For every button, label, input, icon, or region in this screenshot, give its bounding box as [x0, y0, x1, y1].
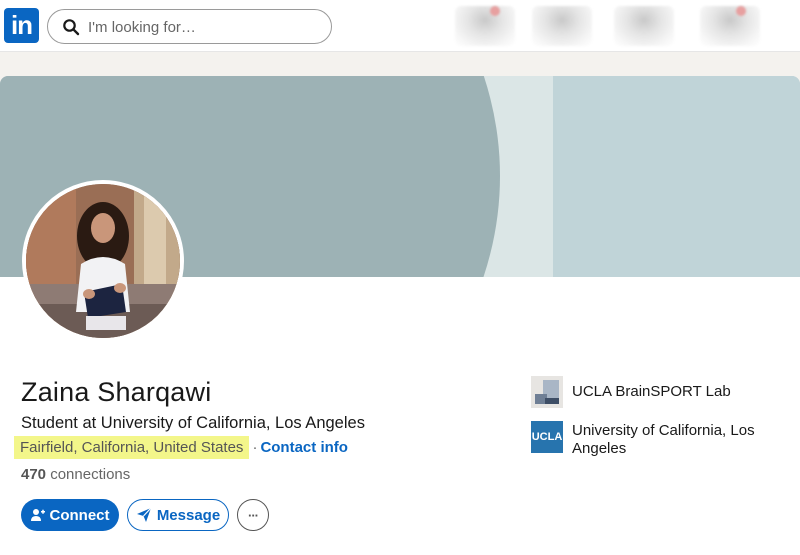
- nav-item-blurred-3[interactable]: [614, 6, 674, 46]
- search-box[interactable]: [47, 9, 332, 44]
- connect-button-label: Connect: [49, 506, 110, 524]
- banner-panel-right: [553, 76, 800, 277]
- message-button-label: Message: [156, 506, 221, 524]
- message-button[interactable]: Message: [127, 499, 229, 531]
- connections-count[interactable]: 470 connections: [21, 466, 130, 483]
- profile-name: Zaina Sharqawi: [21, 377, 212, 407]
- nav-item-blurred-4[interactable]: [700, 6, 760, 46]
- send-icon: [136, 507, 152, 522]
- connections-label: connections: [50, 466, 131, 483]
- profile-headline: Student at University of California, Los…: [21, 414, 365, 432]
- lab-logo-icon: [531, 376, 563, 408]
- nav-item-blurred-2[interactable]: [532, 6, 592, 46]
- profile-photo: [26, 184, 180, 338]
- top-navigation-bar: in: [0, 0, 800, 52]
- company-name: UCLA BrainSPORT Lab: [572, 383, 731, 400]
- separator-dot: ·: [252, 438, 258, 456]
- notification-badge-icon: [736, 6, 746, 16]
- search-input[interactable]: [88, 16, 318, 38]
- location-row: Fairfield, California, United States · C…: [14, 434, 348, 460]
- nav-item-blurred-1[interactable]: [455, 6, 515, 46]
- school-name: University of California, Los Angeles: [572, 422, 755, 457]
- more-icon: ···: [248, 507, 259, 523]
- notification-badge-icon: [490, 6, 500, 16]
- search-icon: [63, 19, 80, 36]
- linkedin-logo-icon[interactable]: in: [4, 8, 39, 43]
- add-person-icon: [30, 509, 45, 521]
- avatar[interactable]: [22, 180, 184, 342]
- contact-info-link[interactable]: Contact info: [260, 439, 348, 456]
- ucla-logo-icon: UCLA: [531, 421, 563, 453]
- connect-button[interactable]: Connect: [21, 499, 119, 531]
- current-company-item[interactable]: UCLA BrainSPORT Lab: [531, 376, 772, 408]
- profile-location: Fairfield, California, United States: [14, 435, 250, 459]
- connections-number: 470: [21, 466, 47, 483]
- more-actions-button[interactable]: ···: [237, 499, 269, 531]
- profile-card: Zaina Sharqawi Student at University of …: [0, 76, 800, 555]
- education-item[interactable]: UCLA University of California, Los Angel…: [531, 421, 772, 458]
